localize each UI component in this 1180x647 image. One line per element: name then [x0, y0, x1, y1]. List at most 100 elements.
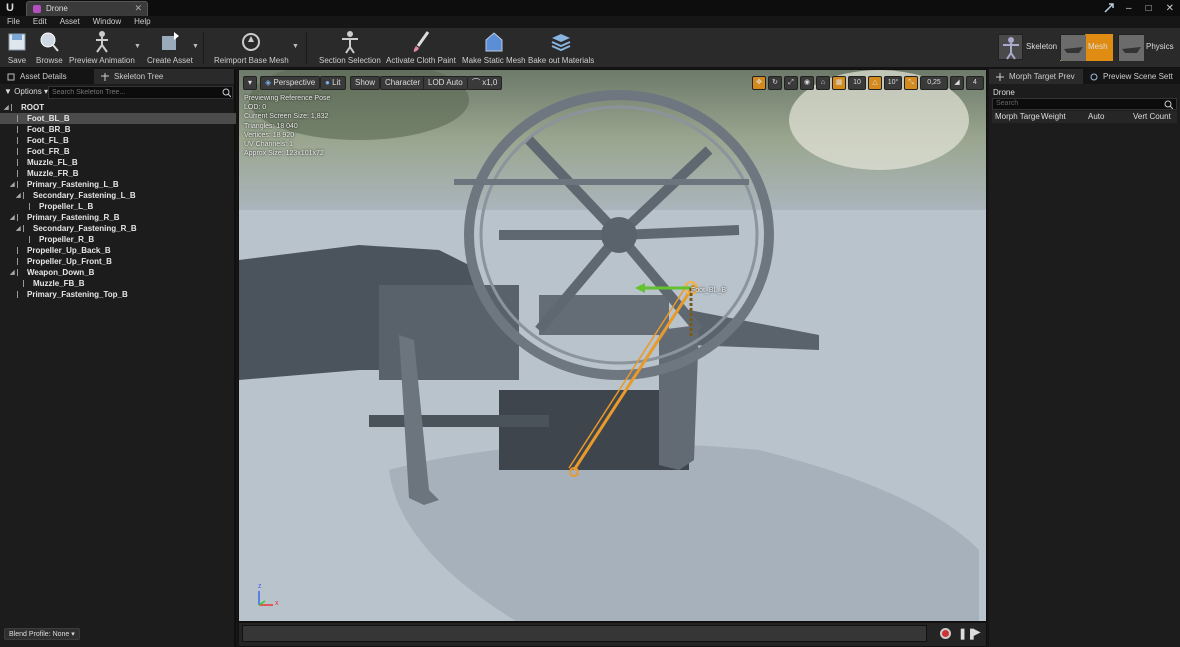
tree-row-bone[interactable]: Propeller_Up_Back_B [0, 245, 236, 256]
mesh-mode-icon [1060, 34, 1086, 61]
column-vert-count[interactable]: Vert Count [1133, 112, 1171, 121]
tree-row-bone[interactable]: Foot_FL_B [0, 135, 236, 146]
close-tab-icon[interactable]: ✕ [134, 3, 142, 14]
reimport-dropdown-icon[interactable]: ▼ [292, 43, 299, 50]
expand-arrow-icon[interactable]: ◢ [10, 215, 16, 221]
coordinate-space-icon[interactable]: ◉ [800, 76, 814, 90]
bake-out-materials-button[interactable]: Bake out Materials [528, 30, 594, 65]
menu-help[interactable]: Help [134, 16, 150, 28]
menu-asset[interactable]: Asset [60, 16, 80, 28]
expand-arrow-icon[interactable]: ◢ [4, 105, 10, 111]
tree-row-bone[interactable]: Primary_Fastening_Top_B [0, 289, 236, 300]
tree-row-bone[interactable]: ◢ Primary_Fastening_R_B [0, 212, 236, 223]
scale-snap-icon[interactable]: ⤡ [904, 76, 918, 90]
tree-row-bone[interactable]: ◢ Secondary_Fastening_R_B [0, 223, 236, 234]
grid-snap-value[interactable]: 10 [848, 76, 866, 90]
menu-file[interactable]: File [7, 16, 20, 28]
character-button[interactable]: Character [380, 76, 426, 90]
column-auto[interactable]: Auto [1088, 112, 1104, 121]
camera-speed-value[interactable]: 4 [966, 76, 984, 90]
viewport-options-dropdown[interactable]: ▾ [243, 76, 257, 90]
column-weight[interactable]: Weight [1041, 112, 1066, 121]
camera-speed-icon[interactable]: ◢ [950, 76, 964, 90]
lod-button[interactable]: LOD Auto [423, 76, 468, 90]
tree-row-bone[interactable]: Foot_BL_B [0, 113, 236, 124]
3d-viewport[interactable]: ▾ ◈ Perspective ● Lit Show Character LOD… [238, 69, 987, 622]
speed-icon: ⌒ [472, 78, 483, 87]
preview-animation-button[interactable]: Preview Animation [69, 30, 135, 65]
section-selection-button[interactable]: Section Selection [319, 30, 381, 65]
bone-tree-icon [101, 73, 109, 81]
bake-materials-icon [551, 34, 571, 52]
create-asset-button[interactable]: Create Asset [147, 30, 193, 65]
rotation-snap-value[interactable]: 10° [884, 76, 902, 90]
unreal-logo-icon[interactable]: U [3, 1, 17, 15]
morph-search-input[interactable]: Search [992, 98, 1177, 110]
menu-edit[interactable]: Edit [33, 16, 47, 28]
mesh-mode-button[interactable]: Mesh [1060, 34, 1113, 61]
options-dropdown[interactable]: ▼ Options ▾ [4, 87, 48, 96]
skeleton-search-input[interactable] [48, 86, 233, 99]
tree-row-bone[interactable]: Propeller_L_B [0, 201, 236, 212]
expand-arrow-icon[interactable]: ◢ [10, 270, 16, 276]
rotation-snap-icon[interactable]: △ [868, 76, 882, 90]
tree-row-bone[interactable]: Foot_FR_B [0, 146, 236, 157]
tab-skeleton-tree[interactable]: Skeleton Tree [94, 69, 234, 84]
tab-asset-details[interactable]: Asset Details [0, 69, 94, 84]
surface-snap-icon[interactable]: ⌂ [816, 76, 830, 90]
selected-bone-label: Foot_BL_B [691, 287, 727, 294]
menu-bar: File Edit Asset Window Help [0, 16, 1180, 28]
tree-row-bone[interactable]: ◢ Primary_Fastening_L_B [0, 179, 236, 190]
timeline-track[interactable] [242, 625, 927, 642]
stat-line: Previewing Reference Pose [244, 95, 331, 102]
expand-arrow-icon[interactable]: ◢ [16, 226, 22, 232]
tree-row-bone[interactable]: Propeller_R_B [0, 234, 236, 245]
grid-snap-icon[interactable]: ▦ [832, 76, 846, 90]
bone-icon [17, 137, 23, 144]
physics-mode-button[interactable]: Physics [1118, 34, 1178, 61]
menu-window[interactable]: Window [93, 16, 121, 28]
tree-row-bone[interactable]: Muzzle_FB_B [0, 278, 236, 289]
tab-morph-target-preview[interactable]: Morph Target Prev [989, 69, 1083, 84]
tree-row-bone[interactable]: Muzzle_FL_B [0, 157, 236, 168]
browse-button[interactable]: Browse [36, 30, 63, 65]
preview-animation-dropdown-icon[interactable]: ▼ [134, 43, 141, 50]
activate-cloth-paint-button[interactable]: Activate Cloth Paint [386, 30, 456, 65]
reimport-base-mesh-button[interactable]: Reimport Base Mesh [214, 30, 289, 65]
playback-speed-button[interactable]: ⌒ x1,0 [467, 76, 503, 90]
scale-icon[interactable]: ⤢ [784, 76, 798, 90]
make-static-mesh-button[interactable]: Make Static Mesh [462, 30, 526, 65]
translate-icon[interactable]: ✥ [752, 76, 766, 90]
tree-row-bone[interactable]: ◢ Secondary_Fastening_L_B [0, 190, 236, 201]
lit-button[interactable]: ● Lit [320, 76, 346, 90]
blend-profile-dropdown[interactable]: Blend Profile: None ▾ [4, 628, 80, 640]
skeleton-tree-panel: Asset Details Skeleton Tree ▼ Options ▾ … [0, 69, 236, 647]
tab-preview-scene-settings[interactable]: Preview Scene Sett [1083, 69, 1180, 84]
tree-row-bone[interactable]: Foot_BR_B [0, 124, 236, 135]
create-asset-dropdown-icon[interactable]: ▼ [192, 43, 199, 50]
tree-row-bone[interactable]: ◢ ROOT [0, 102, 236, 113]
save-icon [8, 33, 26, 51]
rotate-icon[interactable]: ↻ [768, 76, 782, 90]
show-button[interactable]: Show [350, 76, 381, 90]
play-button[interactable]: ▶ [973, 627, 981, 638]
tree-row-bone[interactable]: ◢ Weapon_Down_B [0, 267, 236, 278]
close-window-button[interactable]: ✕ [1166, 3, 1174, 14]
tree-row-bone[interactable]: Muzzle_FR_B [0, 168, 236, 179]
save-button[interactable]: Save [6, 30, 28, 65]
record-button[interactable] [940, 628, 951, 639]
tree-row-bone[interactable]: Propeller_Up_Front_B [0, 256, 236, 267]
expand-arrow-icon[interactable]: ◢ [10, 182, 16, 188]
expand-arrow-icon[interactable]: ◢ [16, 193, 22, 199]
bone-icon [17, 258, 23, 265]
column-morph-target[interactable]: Morph Targe [995, 112, 1040, 121]
maximize-button[interactable]: □ [1146, 3, 1152, 14]
tree-row-label: Foot_BR_B [27, 125, 71, 134]
perspective-button[interactable]: ◈ Perspective [260, 76, 321, 90]
skeleton-mode-button[interactable]: Skeleton [998, 34, 1058, 61]
source-control-icon[interactable] [1103, 2, 1115, 14]
minimize-button[interactable]: – [1126, 3, 1132, 14]
scale-snap-value[interactable]: 0,25 [920, 76, 948, 90]
document-tab-label: Drone [46, 4, 68, 13]
document-tab[interactable]: Drone ✕ [26, 1, 148, 16]
